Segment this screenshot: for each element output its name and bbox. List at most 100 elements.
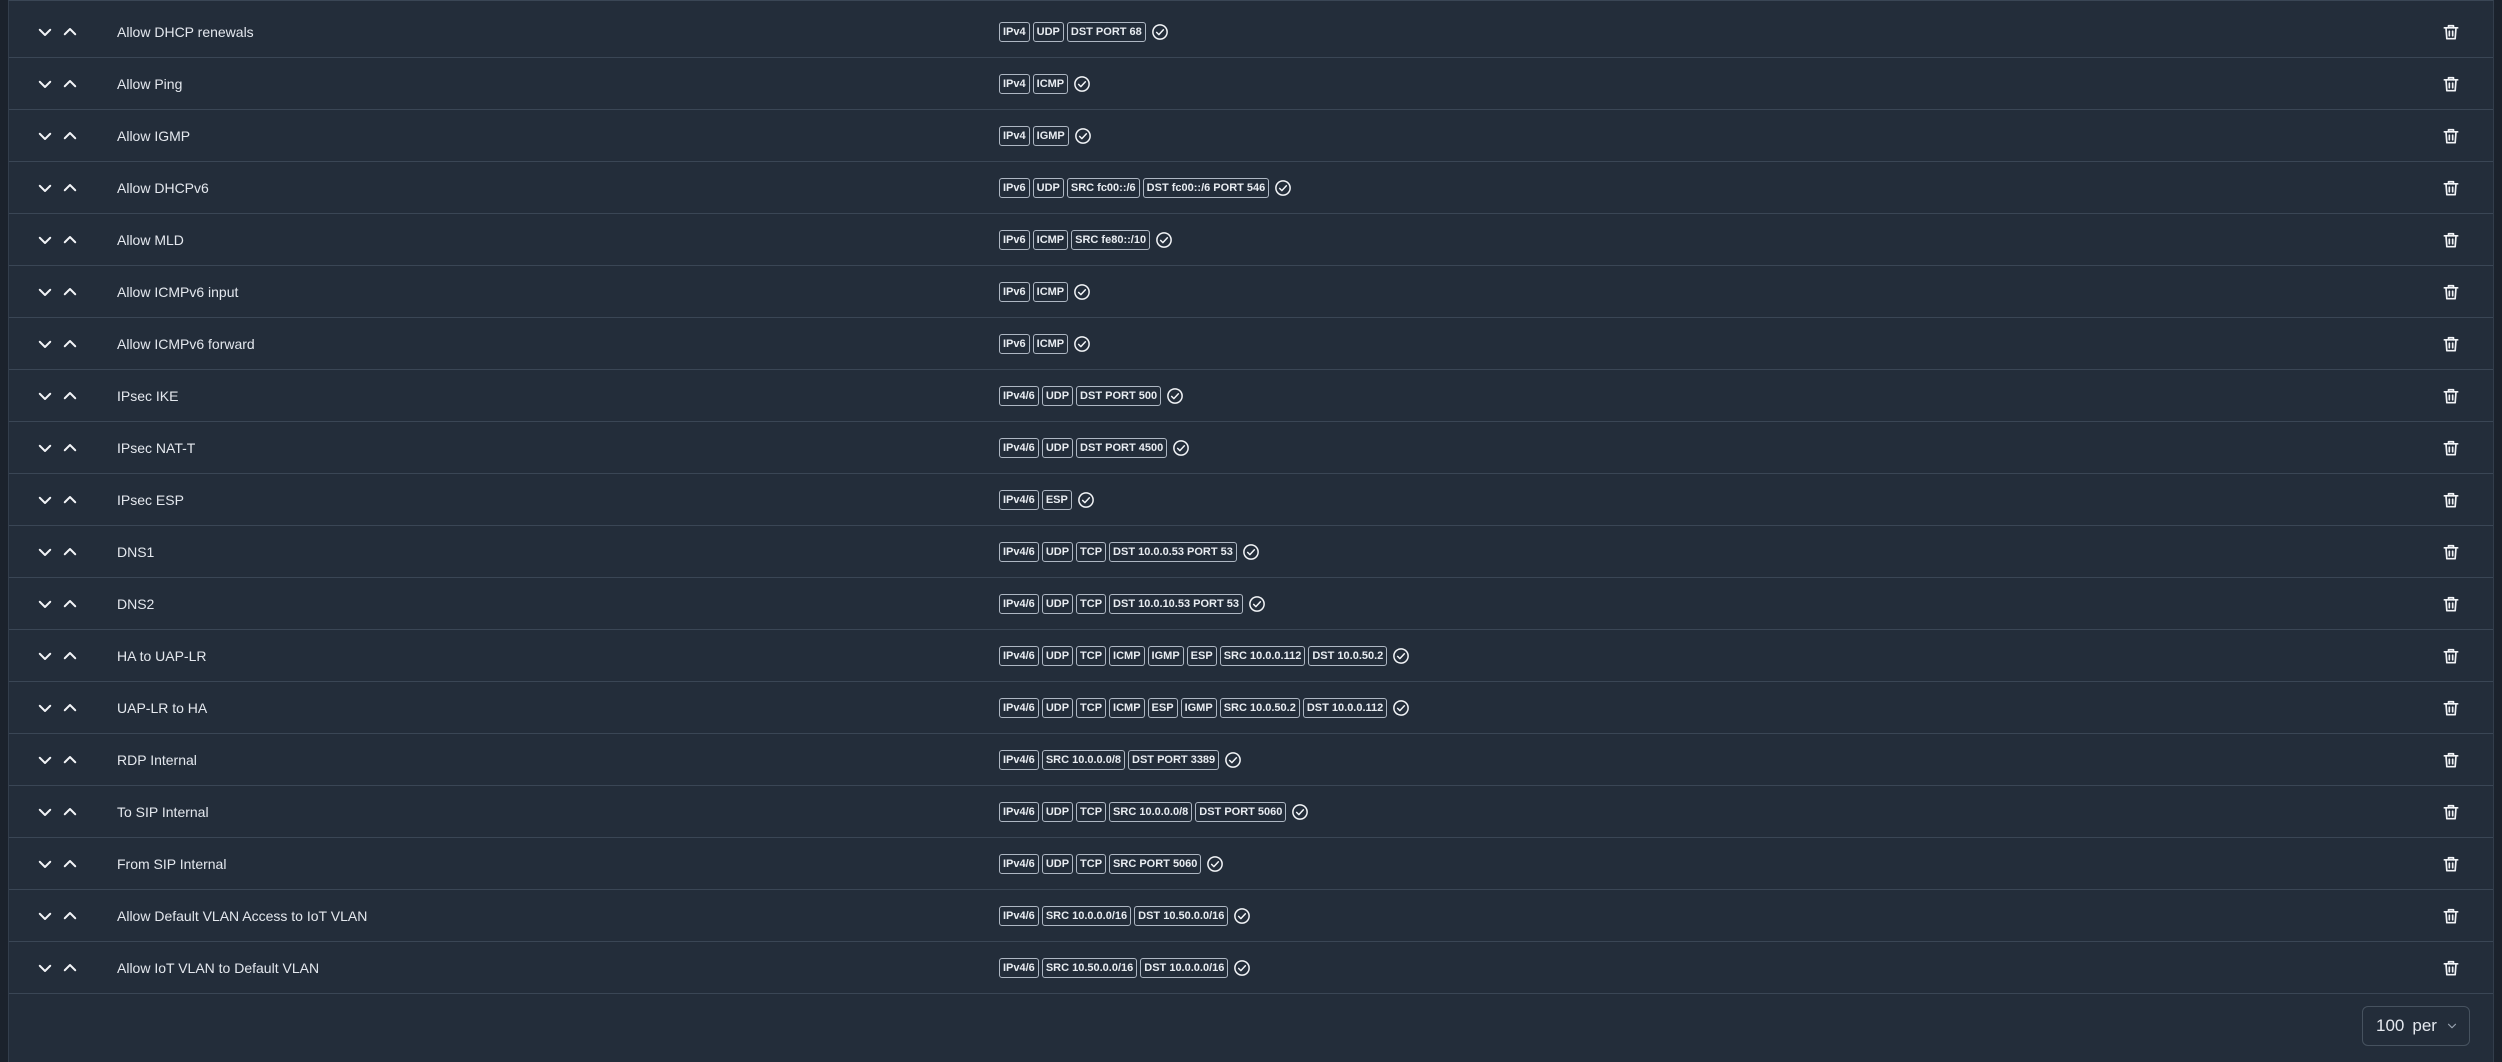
trash-icon[interactable] <box>2441 802 2461 822</box>
trash-icon[interactable] <box>2441 22 2461 42</box>
rule-name: From SIP Internal <box>117 856 227 872</box>
chevron-down-icon[interactable] <box>36 647 54 665</box>
rule-row: Allow IoT VLAN to Default VLAN IPv4/6 SRC … <box>9 942 2493 994</box>
trash-icon[interactable] <box>2441 438 2461 458</box>
trash-icon[interactable] <box>2441 230 2461 250</box>
rule-tags: IPv4/6 ESP <box>999 474 1095 526</box>
rule-tag: IPv4/6 <box>999 958 1039 978</box>
rule-tag: UDP <box>1041 542 1074 562</box>
trash-icon[interactable] <box>2441 542 2461 562</box>
check-circle-icon <box>1074 76 1091 92</box>
chevron-down-icon[interactable] <box>36 491 54 509</box>
rule-tag: UDP <box>1041 646 1074 666</box>
chevron-down-icon[interactable] <box>36 387 54 405</box>
rule-name: Allow Ping <box>117 76 183 92</box>
reorder-controls <box>36 6 79 58</box>
rule-row: UAP-LR to HA IPv4/6 UDP TCP ICMP ESP IGMP SRC 1… <box>9 682 2493 734</box>
trash-icon[interactable] <box>2441 74 2461 94</box>
chevron-down-icon[interactable] <box>36 959 54 977</box>
per-page-select[interactable]: 100 per <box>2362 1006 2470 1046</box>
trash-icon[interactable] <box>2441 178 2461 198</box>
check-circle-icon <box>1074 128 1091 144</box>
chevron-down-icon[interactable] <box>36 179 54 197</box>
rule-tag: ESP <box>1186 646 1217 666</box>
rule-name: Allow MLD <box>117 232 184 248</box>
chevron-up-icon[interactable] <box>61 335 79 353</box>
chevron-up-icon[interactable] <box>61 751 79 769</box>
chevron-up-icon[interactable] <box>61 387 79 405</box>
rule-row: DNS1 IPv4/6 UDP TCP DST 10.0.0.53 PORT 53 <box>9 526 2493 578</box>
chevron-down-icon[interactable] <box>36 595 54 613</box>
rule-tag: SRC 10.0.50.2 <box>1219 698 1300 718</box>
chevron-up-icon[interactable] <box>61 491 79 509</box>
rule-name: DNS2 <box>117 596 155 612</box>
rule-tags: IPv4/6 SRC 10.50.0.0/16 DST 10.0.0.0/16 <box>999 942 1251 994</box>
chevron-up-icon[interactable] <box>61 75 79 93</box>
trash-icon[interactable] <box>2441 646 2461 666</box>
rule-row: From SIP Internal IPv4/6 UDP TCP SRC PORT 50… <box>9 838 2493 890</box>
reorder-controls <box>36 318 79 370</box>
trash-icon[interactable] <box>2441 386 2461 406</box>
chevron-down-icon[interactable] <box>36 751 54 769</box>
rule-tag: UDP <box>1032 178 1064 198</box>
chevron-up-icon[interactable] <box>61 439 79 457</box>
chevron-up-icon[interactable] <box>61 23 79 41</box>
rule-tag: IPv4/6 <box>999 802 1039 822</box>
rule-tag: IPv6 <box>999 282 1030 302</box>
rule-tags: IPv6 ICMP SRC fe80::/10 <box>999 214 1173 266</box>
trash-icon[interactable] <box>2441 698 2461 718</box>
rule-tags: IPv4/6 UDP DST PORT 500 <box>999 370 1184 422</box>
chevron-down-icon[interactable] <box>36 23 54 41</box>
reorder-controls <box>36 578 79 630</box>
trash-icon[interactable] <box>2441 750 2461 770</box>
chevron-up-icon[interactable] <box>61 543 79 561</box>
trash-icon[interactable] <box>2441 490 2461 510</box>
rule-tag: UDP <box>1041 438 1074 458</box>
rule-tag: DST fc00::/6 PORT 546 <box>1142 178 1270 198</box>
chevron-down-icon[interactable] <box>36 75 54 93</box>
rule-tag: IPv4/6 <box>999 698 1039 718</box>
trash-icon[interactable] <box>2441 282 2461 302</box>
chevron-down-icon[interactable] <box>36 127 54 145</box>
chevron-down-icon[interactable] <box>36 855 54 873</box>
trash-icon[interactable] <box>2441 854 2461 874</box>
chevron-down-icon[interactable] <box>36 231 54 249</box>
chevron-up-icon[interactable] <box>61 855 79 873</box>
rule-tag: SRC 10.0.0.0/16 <box>1041 906 1132 926</box>
check-circle-icon <box>1292 804 1309 820</box>
reorder-controls <box>36 890 79 942</box>
chevron-up-icon[interactable] <box>61 803 79 821</box>
chevron-down-icon[interactable] <box>36 699 54 717</box>
trash-icon[interactable] <box>2441 334 2461 354</box>
reorder-controls <box>36 630 79 682</box>
chevron-down-icon[interactable] <box>36 283 54 301</box>
rule-tag: DST 10.0.0.0/16 <box>1140 958 1229 978</box>
trash-icon[interactable] <box>2441 906 2461 926</box>
rule-tag: DST 10.0.0.53 PORT 53 <box>1109 542 1237 562</box>
trash-icon[interactable] <box>2441 594 2461 614</box>
chevron-down-icon[interactable] <box>36 439 54 457</box>
rule-row: Allow DHCP renewals IPv4 UDP DST PORT 68 <box>9 6 2493 58</box>
rule-tag: UDP <box>1041 854 1074 874</box>
chevron-up-icon[interactable] <box>61 959 79 977</box>
chevron-up-icon[interactable] <box>61 231 79 249</box>
chevron-up-icon[interactable] <box>61 647 79 665</box>
chevron-up-icon[interactable] <box>61 699 79 717</box>
rules-list: Allow DHCP renewals IPv4 UDP DST PORT 68 All… <box>9 6 2493 994</box>
trash-icon[interactable] <box>2441 126 2461 146</box>
trash-icon[interactable] <box>2441 958 2461 978</box>
chevron-down-icon[interactable] <box>36 907 54 925</box>
chevron-up-icon[interactable] <box>61 127 79 145</box>
rule-tag: IPv6 <box>999 178 1030 198</box>
chevron-up-icon[interactable] <box>61 283 79 301</box>
chevron-down-icon[interactable] <box>36 543 54 561</box>
chevron-down-icon[interactable] <box>36 335 54 353</box>
rule-name: HA to UAP-LR <box>117 648 207 664</box>
chevron-down-icon[interactable] <box>36 803 54 821</box>
chevron-up-icon[interactable] <box>61 595 79 613</box>
rules-panel: Allow DHCP renewals IPv4 UDP DST PORT 68 All… <box>8 0 2494 1062</box>
rule-name: To SIP Internal <box>117 804 209 820</box>
chevron-up-icon[interactable] <box>61 179 79 197</box>
rule-tags: IPv4 IGMP <box>999 110 1092 162</box>
chevron-up-icon[interactable] <box>61 907 79 925</box>
